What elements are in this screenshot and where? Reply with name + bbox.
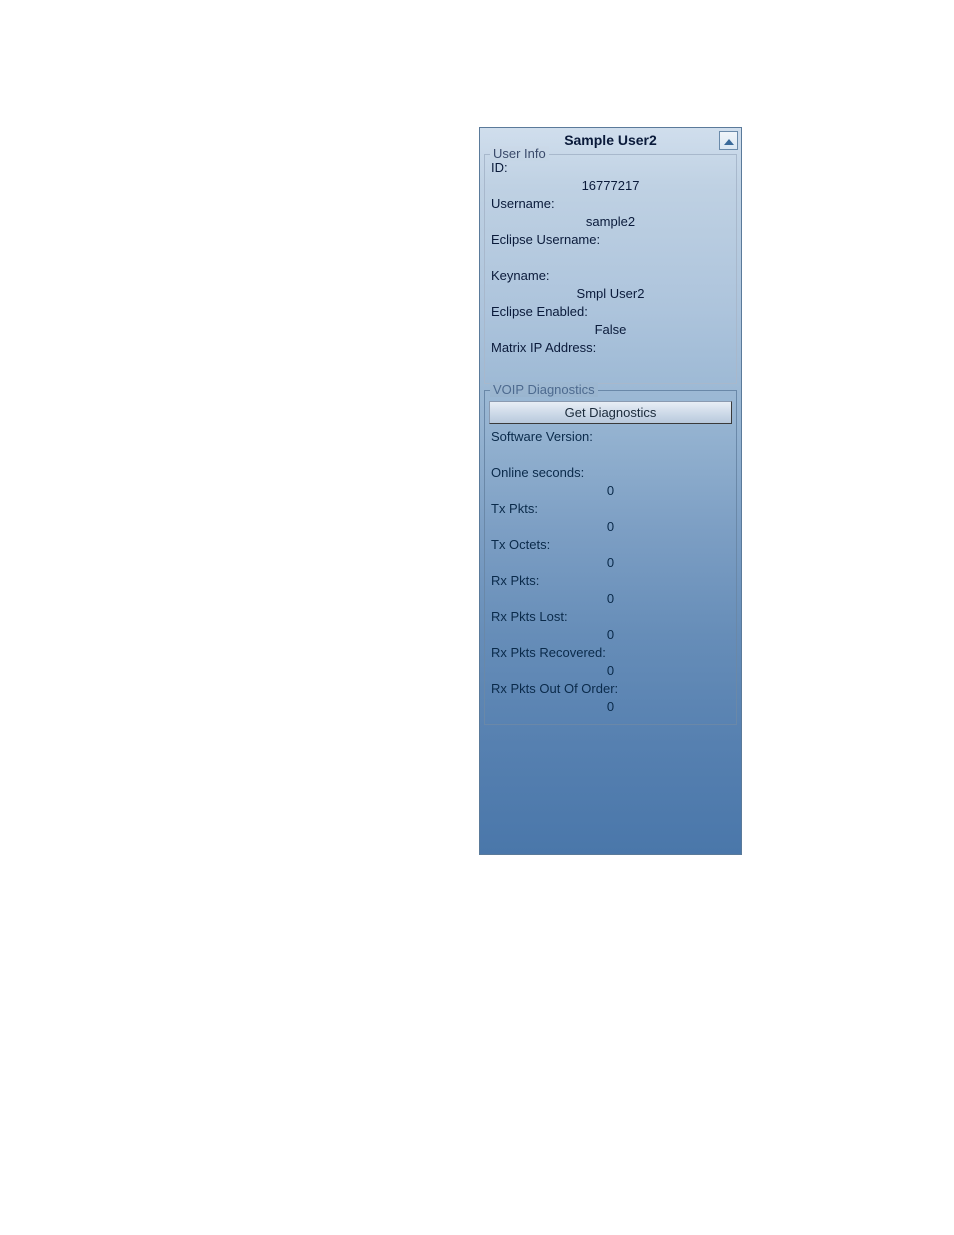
matrix-ip-label: Matrix IP Address: [489, 339, 732, 357]
collapse-button[interactable] [719, 131, 738, 150]
rx-pkts-out-of-order-value: 0 [489, 698, 732, 716]
tx-octets-value: 0 [489, 554, 732, 572]
rx-pkts-lost-label: Rx Pkts Lost: [489, 608, 732, 626]
id-label: ID: [489, 159, 732, 177]
online-seconds-value: 0 [489, 482, 732, 500]
rx-pkts-recovered-value: 0 [489, 662, 732, 680]
software-version-value [489, 446, 732, 464]
keyname-value: Smpl User2 [489, 285, 732, 303]
keyname-label: Keyname: [489, 267, 732, 285]
username-value: sample2 [489, 213, 732, 231]
eclipse-enabled-label: Eclipse Enabled: [489, 303, 732, 321]
eclipse-username-value [489, 249, 732, 267]
rx-pkts-lost-value: 0 [489, 626, 732, 644]
user-diagnostics-panel: Sample User2 User Info ID: 16777217 User… [479, 127, 742, 855]
user-info-fieldset: User Info ID: 16777217 Username: sample2… [484, 154, 737, 384]
tx-pkts-label: Tx Pkts: [489, 500, 732, 518]
id-value: 16777217 [489, 177, 732, 195]
voip-diagnostics-fieldset: VOIP Diagnostics Get Diagnostics Softwar… [484, 390, 737, 725]
triangle-up-icon [724, 132, 734, 150]
rx-pkts-label: Rx Pkts: [489, 572, 732, 590]
rx-pkts-recovered-label: Rx Pkts Recovered: [489, 644, 732, 662]
software-version-label: Software Version: [489, 428, 732, 446]
tx-pkts-value: 0 [489, 518, 732, 536]
voip-diagnostics-legend: VOIP Diagnostics [490, 382, 598, 397]
matrix-ip-value [489, 357, 732, 375]
rx-pkts-value: 0 [489, 590, 732, 608]
username-label: Username: [489, 195, 732, 213]
eclipse-enabled-value: False [489, 321, 732, 339]
tx-octets-label: Tx Octets: [489, 536, 732, 554]
rx-pkts-out-of-order-label: Rx Pkts Out Of Order: [489, 680, 732, 698]
get-diagnostics-button[interactable]: Get Diagnostics [489, 401, 732, 424]
panel-title: Sample User2 [564, 132, 657, 148]
online-seconds-label: Online seconds: [489, 464, 732, 482]
eclipse-username-label: Eclipse Username: [489, 231, 732, 249]
user-info-legend: User Info [490, 146, 549, 161]
